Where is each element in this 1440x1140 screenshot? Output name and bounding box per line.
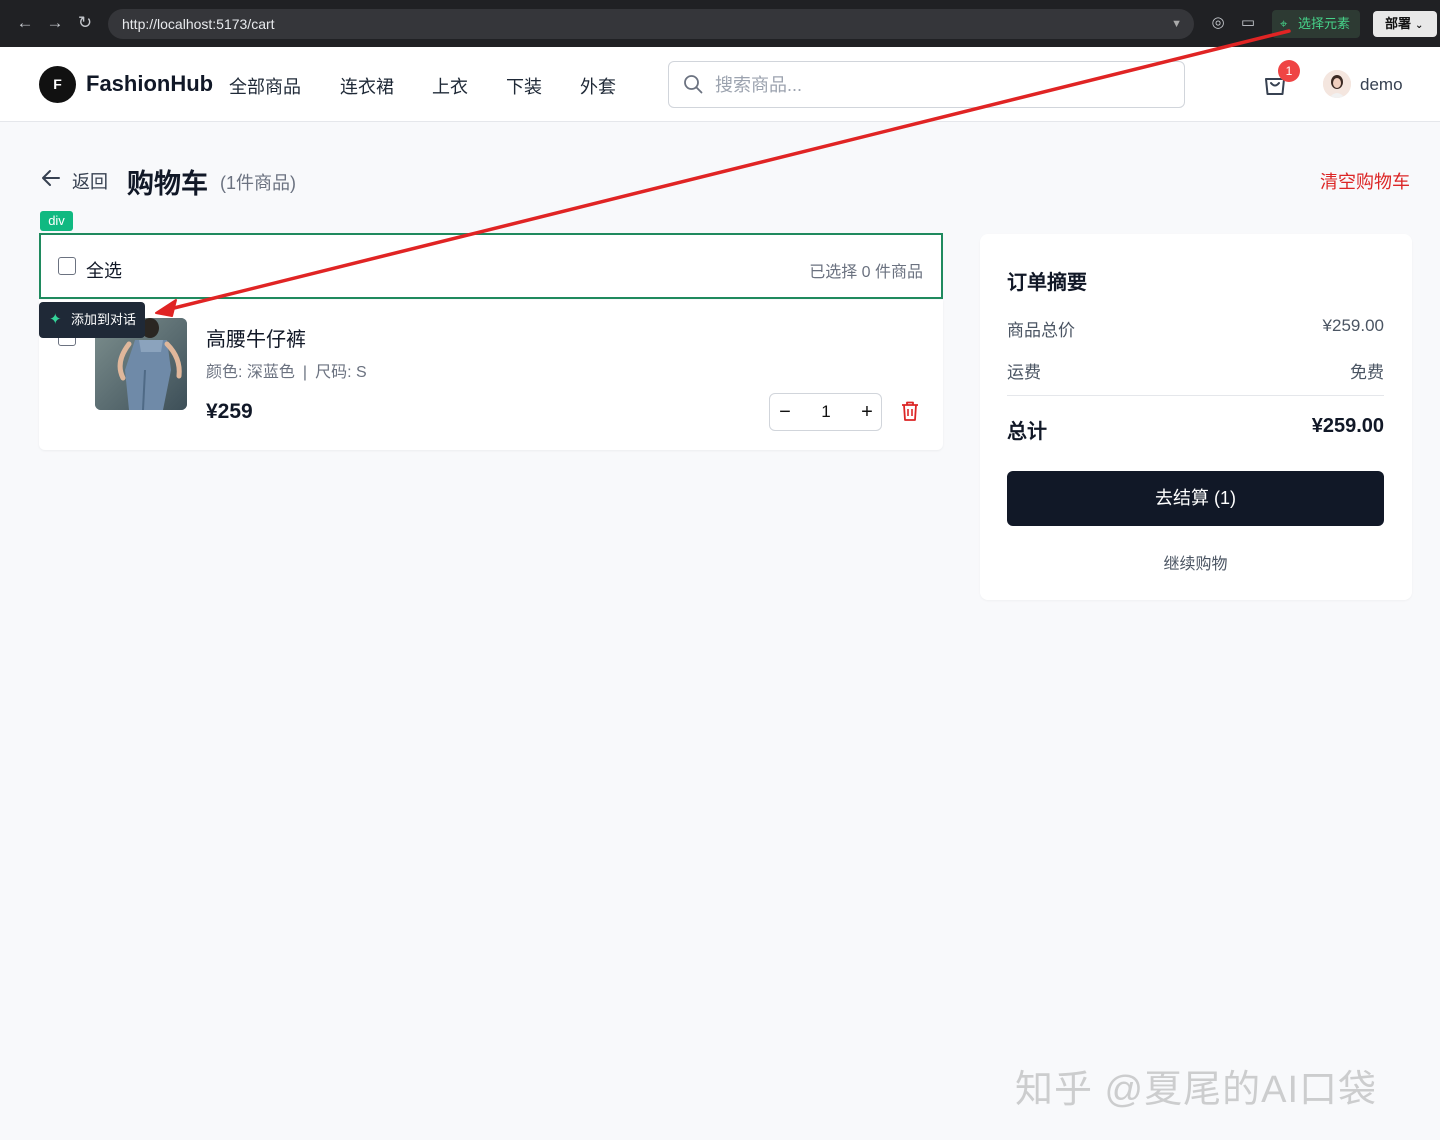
search-input[interactable]: [715, 70, 1155, 100]
nav-link-all[interactable]: 全部商品: [229, 73, 301, 99]
add-to-chat-button[interactable]: ✦ 添加到对话: [39, 302, 145, 338]
shipping-value: 免费: [1350, 363, 1384, 382]
product-size: 尺码: S: [315, 364, 367, 381]
nav-link-bottoms[interactable]: 下装: [506, 73, 542, 99]
product-attributes: 颜色: 深蓝色 | 尺码: S: [206, 358, 367, 382]
inspector-element-tag: div: [40, 211, 73, 231]
product-name[interactable]: 高腰牛仔裤: [206, 323, 306, 352]
item-count: (1件商品): [220, 173, 296, 193]
back-arrow-icon[interactable]: ←: [14, 12, 36, 34]
address-url: http://localhost:5173/cart: [122, 16, 275, 32]
total-value: ¥259.00: [1311, 415, 1384, 437]
devices-icon[interactable]: ▭: [1238, 13, 1258, 33]
cart-badge: 1: [1278, 60, 1300, 82]
search-icon: [684, 75, 703, 94]
select-all-checkbox[interactable]: [58, 257, 76, 275]
nav-link-tops[interactable]: 上衣: [432, 73, 468, 99]
continue-shopping-link[interactable]: 继续购物: [1007, 550, 1384, 574]
total-label: 总计: [1007, 421, 1047, 443]
clear-cart-button[interactable]: 清空购物车: [1320, 168, 1410, 194]
selected-count: 已选择 0 件商品: [809, 264, 923, 281]
pick-element-button[interactable]: ⌖ 选择元素: [1272, 10, 1360, 38]
avatar-image: [1323, 70, 1351, 98]
quantity-stepper: − 1 +: [769, 393, 882, 431]
avatar[interactable]: [1323, 70, 1351, 98]
select-all-bar: 全选 已选择 0 件商品: [39, 233, 943, 299]
checkout-button[interactable]: 去结算 (1): [1007, 471, 1384, 526]
logo-mark[interactable]: F: [39, 66, 76, 103]
shipping-row: 运费 免费: [1007, 358, 1384, 383]
chevron-down-icon[interactable]: ▼: [1171, 9, 1182, 39]
increase-button[interactable]: +: [852, 394, 882, 430]
brand-name[interactable]: FashionHub: [86, 71, 213, 97]
subtotal-value: ¥259.00: [1322, 316, 1384, 335]
compass-icon[interactable]: ◎: [1208, 13, 1228, 33]
reload-icon[interactable]: ↻: [74, 12, 96, 34]
order-summary: 订单摘要 商品总价 ¥259.00 运费 免费 总计 ¥259.00 去结算 (…: [980, 234, 1412, 600]
back-button[interactable]: 返回: [72, 168, 108, 194]
cursor-select-icon: ⌖: [1280, 16, 1288, 31]
cart-item: 高腰牛仔裤 颜色: 深蓝色 | 尺码: S ¥259 − 1 +: [39, 300, 943, 450]
page-title: 购物车: [127, 169, 208, 199]
summary-divider: [1007, 395, 1384, 396]
deploy-button[interactable]: 部署 ⌄: [1373, 11, 1437, 37]
shipping-label: 运费: [1007, 363, 1041, 382]
add-to-chat-label: 添加到对话: [71, 312, 137, 327]
sparkle-icon: ✦: [49, 311, 62, 328]
address-bar[interactable]: http://localhost:5173/cart ▼: [108, 9, 1194, 39]
product-color: 颜色: 深蓝色: [206, 364, 295, 381]
search-box: [668, 61, 1185, 108]
watermark: 知乎 @夏尾的AI口袋: [1015, 1069, 1378, 1111]
total-row: 总计 ¥259.00: [1007, 415, 1384, 444]
nav-link-dresses[interactable]: 连衣裙: [340, 73, 394, 99]
nav-link-outerwear[interactable]: 外套: [580, 73, 616, 99]
quantity-value[interactable]: 1: [808, 394, 844, 430]
subtotal-label: 商品总价: [1007, 321, 1075, 340]
forward-arrow-icon[interactable]: →: [44, 12, 66, 34]
username[interactable]: demo: [1360, 75, 1403, 95]
select-all-label[interactable]: 全选: [86, 257, 122, 283]
browser-toolbar: ← → ↻ http://localhost:5173/cart ▼ ◎ ▭ ⌖…: [0, 0, 1440, 47]
trash-icon[interactable]: [901, 401, 919, 421]
site-header: F FashionHub 全部商品 连衣裙 上衣 下装 外套 1 demo: [0, 47, 1440, 122]
decrease-button[interactable]: −: [770, 394, 800, 430]
pick-element-label: 选择元素: [1298, 16, 1351, 31]
deploy-label: 部署: [1385, 16, 1412, 31]
chevron-down-icon: ⌄: [1415, 20, 1424, 31]
subtotal-row: 商品总价 ¥259.00: [1007, 316, 1384, 341]
arrow-left-icon[interactable]: [40, 167, 62, 189]
summary-title: 订单摘要: [1007, 272, 1087, 294]
product-price: ¥259: [206, 400, 253, 423]
attribute-separator: |: [302, 364, 308, 381]
